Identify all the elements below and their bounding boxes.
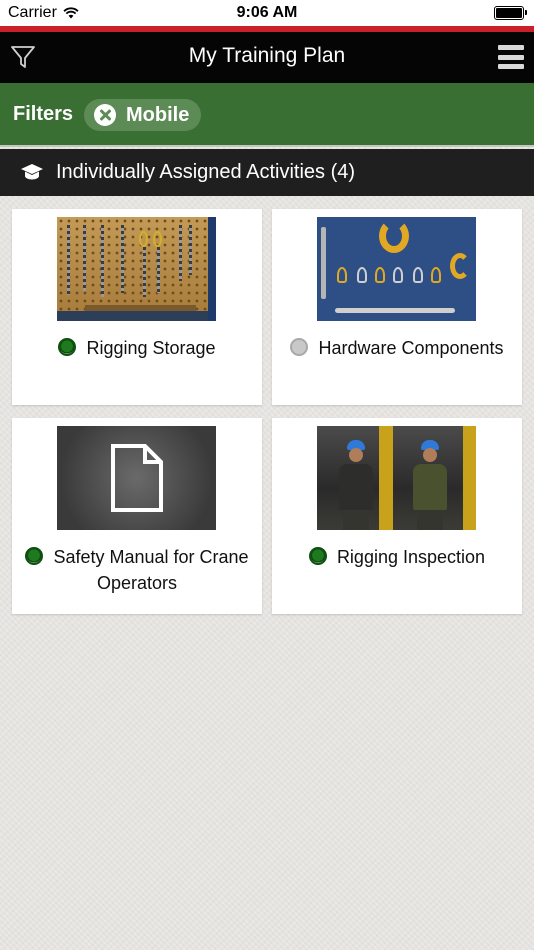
legs bbox=[343, 510, 369, 530]
filters-label: Filters bbox=[13, 103, 74, 125]
section-title: Individually Assigned Activities (4) bbox=[56, 161, 356, 183]
filters-bar: Filters Mobile bbox=[0, 83, 534, 147]
worker-figure bbox=[413, 440, 447, 530]
document-icon bbox=[110, 444, 163, 512]
activity-card-rigging-storage[interactable]: Rigging Storage bbox=[12, 209, 262, 405]
chain bbox=[143, 247, 146, 297]
activity-title: Rigging Storage bbox=[86, 338, 216, 358]
section-header: Individually Assigned Activities (4) bbox=[0, 149, 534, 196]
hook bbox=[450, 253, 470, 279]
chain bbox=[83, 225, 86, 291]
chain bbox=[179, 225, 182, 281]
status-time: 9:06 AM bbox=[236, 4, 298, 21]
document-thumbnail bbox=[57, 426, 216, 530]
post bbox=[208, 217, 216, 321]
shackle bbox=[393, 267, 403, 283]
page-title: My Training Plan bbox=[188, 44, 346, 67]
activity-caption: Rigging Inspection bbox=[282, 544, 512, 570]
crane-hook bbox=[379, 219, 409, 253]
status-bar: Carrier 9:06 AM bbox=[0, 0, 534, 26]
menu-bar bbox=[498, 54, 524, 60]
menu-bar bbox=[498, 64, 524, 69]
activity-card-rigging-inspection[interactable]: Rigging Inspection bbox=[272, 418, 522, 614]
yellow-pillar bbox=[463, 426, 476, 530]
torso bbox=[413, 464, 447, 510]
torso bbox=[339, 464, 373, 510]
complete-status-icon bbox=[308, 547, 327, 565]
activity-card-hardware-components[interactable]: Hardware Components bbox=[272, 209, 522, 405]
battery-icon bbox=[494, 6, 527, 20]
shackle bbox=[375, 267, 385, 283]
filter-chip-mobile[interactable]: Mobile bbox=[84, 99, 202, 131]
head bbox=[349, 448, 363, 462]
hook bbox=[139, 231, 148, 247]
activity-caption: Rigging Storage bbox=[22, 335, 252, 361]
rigging-inspection-photo bbox=[317, 426, 476, 530]
chain bbox=[101, 225, 104, 297]
activity-title: Safety Manual for Crane Operators bbox=[53, 547, 249, 593]
wire-rope-sling bbox=[335, 308, 455, 313]
activity-card-safety-manual[interactable]: Safety Manual for Crane Operators bbox=[12, 418, 262, 614]
hamburger-menu-icon[interactable] bbox=[498, 45, 524, 69]
rigging-storage-photo bbox=[57, 217, 216, 321]
chain bbox=[121, 225, 124, 293]
complete-status-icon bbox=[58, 338, 77, 356]
shackle bbox=[337, 267, 347, 283]
hardware-components-photo bbox=[317, 217, 476, 321]
activity-caption: Safety Manual for Crane Operators bbox=[22, 544, 252, 596]
floor bbox=[57, 311, 216, 321]
activity-caption: Hardware Components bbox=[282, 335, 512, 361]
legs bbox=[417, 510, 443, 530]
activity-title: Hardware Components bbox=[318, 338, 504, 358]
shackle bbox=[357, 267, 367, 283]
filter-chip-label: Mobile bbox=[126, 103, 190, 126]
worker-figure bbox=[339, 440, 373, 530]
shackle bbox=[413, 267, 423, 283]
chain bbox=[157, 247, 160, 293]
yellow-pillar bbox=[379, 426, 393, 530]
graduation-cap-icon bbox=[21, 164, 43, 180]
activity-title: Rigging Inspection bbox=[336, 547, 486, 567]
head bbox=[423, 448, 437, 462]
chain bbox=[189, 225, 192, 275]
clear-x-icon[interactable] bbox=[94, 104, 116, 126]
not-started-status-icon bbox=[290, 338, 309, 356]
hook bbox=[153, 231, 162, 247]
turnbuckle bbox=[321, 227, 326, 299]
navigation-bar: My Training Plan bbox=[0, 32, 534, 83]
shackle bbox=[431, 267, 441, 283]
chain bbox=[67, 225, 70, 295]
complete-status-icon bbox=[25, 547, 44, 565]
menu-bar bbox=[498, 45, 524, 50]
